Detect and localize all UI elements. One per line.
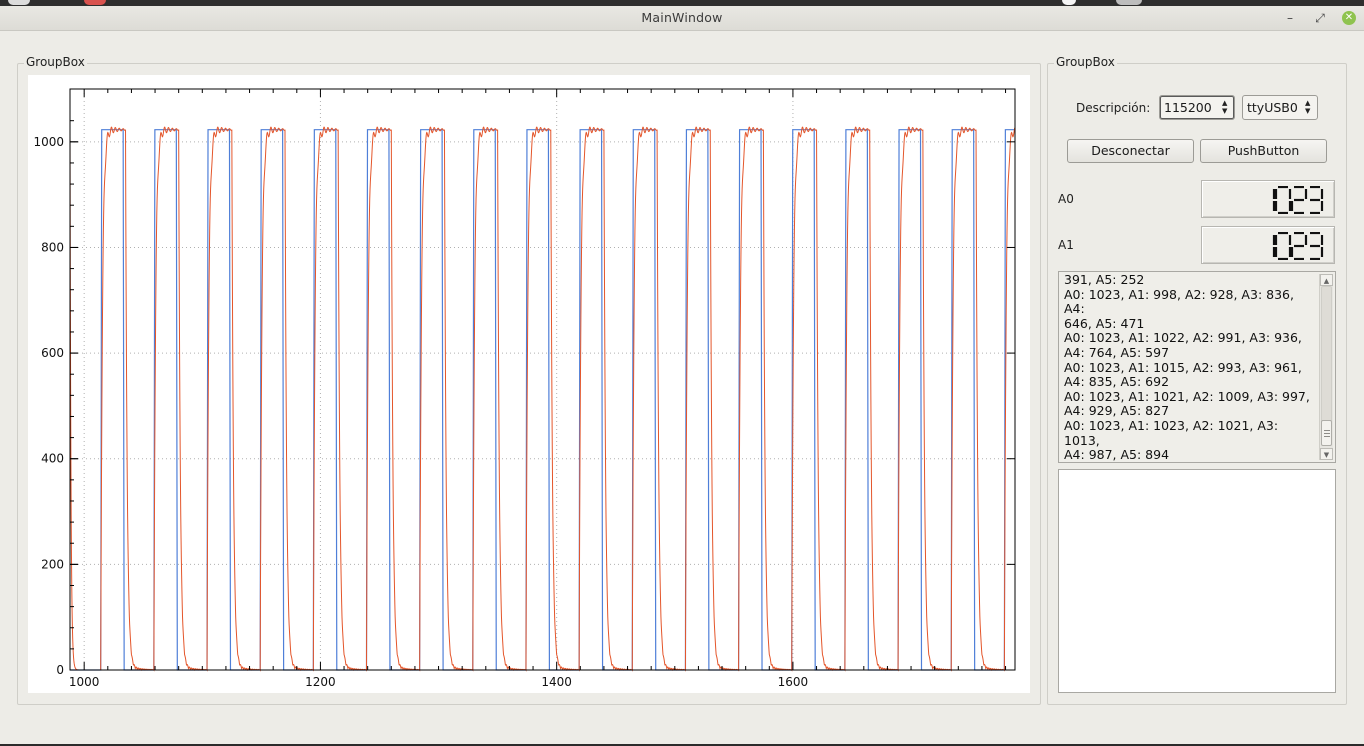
output-textarea[interactable] <box>1058 469 1336 693</box>
y-tick-label: 600 <box>41 346 64 360</box>
baud-spinbox[interactable]: 115200 ▲ ▼ <box>1159 95 1235 120</box>
window-titlebar[interactable]: MainWindow – ⤢ ✕ <box>0 6 1364 31</box>
y-tick-label: 800 <box>41 240 64 254</box>
log-line: A0: 1023, A1: 1021, A2: 1009, A3: 997, <box>1064 388 1310 404</box>
log-scrollbar[interactable]: ▲ ▼ <box>1319 274 1333 460</box>
log-line: A0: 1023, A1: 1022, A2: 991, A3: 936, <box>1064 330 1302 346</box>
a1-lcd-display <box>1201 226 1335 264</box>
a1-label: A1 <box>1058 238 1074 252</box>
log-line: 391, A5: 252 <box>1064 272 1145 287</box>
port-value: ttyUSB0 <box>1247 100 1298 115</box>
spin-arrows-icon[interactable]: ▲ ▼ <box>1222 99 1230 115</box>
a0-lcd-display <box>1201 180 1335 218</box>
push-button[interactable]: PushButton <box>1200 139 1327 163</box>
y-tick-label: 0 <box>56 663 64 677</box>
close-icon[interactable]: ✕ <box>1342 11 1356 25</box>
maximize-icon[interactable]: ⤢ <box>1311 9 1329 27</box>
plot-groupbox-title: GroupBox <box>24 55 87 69</box>
plot-canvas[interactable]: 1000 1200 1400 1600 0 200 400 600 800 1000 <box>28 75 1030 693</box>
a0-label: A0 <box>1058 192 1074 206</box>
window-title: MainWindow <box>641 10 723 25</box>
series-a1-line <box>69 126 1016 672</box>
serial-log-text: 391, A5: 252 A0: 1023, A1: 998, A2: 928, … <box>1064 272 1317 463</box>
log-line: 646, A5: 471 <box>1064 315 1145 331</box>
x-tick-label: 1200 <box>305 675 336 689</box>
baud-value: 115200 <box>1164 100 1212 115</box>
a1-lcd-digits <box>1272 232 1324 260</box>
serial-log-textarea[interactable]: 391, A5: 252 A0: 1023, A1: 998, A2: 928, … <box>1058 271 1336 463</box>
y-tick-label: 200 <box>41 557 64 571</box>
log-line: A4: 929, A5: 827 <box>1064 403 1170 419</box>
log-line: A0: 1023, A1: 1015, A2: 993, A3: 961, <box>1064 359 1302 375</box>
line-chart: 1000 1200 1400 1600 0 200 400 600 800 1000 <box>33 88 1016 689</box>
x-tick-label: 1600 <box>778 675 809 689</box>
log-line: A4: 764, A5: 597 <box>1064 344 1170 360</box>
log-line: A0: 1023, A1: 998, A2: 928, A3: 836, A4: <box>1064 286 1298 317</box>
controls-groupbox-title: GroupBox <box>1054 55 1117 69</box>
y-tick-label: 400 <box>41 452 64 466</box>
log-line: A4: 835, A5: 692 <box>1064 374 1170 390</box>
log-line: A0: 1023, A1: 1023, A2: 1021, A3: 1013, <box>1064 417 1283 448</box>
combo-arrows-icon[interactable]: ▲ ▼ <box>1305 99 1313 115</box>
x-tick-label: 1400 <box>541 675 572 689</box>
scroll-up-icon[interactable]: ▲ <box>1320 274 1333 286</box>
disconnect-button[interactable]: Desconectar <box>1067 139 1194 163</box>
y-tick-label: 1000 <box>33 135 64 149</box>
baud-label: Descripción: <box>1076 101 1151 115</box>
a0-lcd-digits <box>1272 186 1324 214</box>
scroll-down-icon[interactable]: ▼ <box>1320 448 1333 460</box>
x-tick-label: 1000 <box>69 675 100 689</box>
port-combobox[interactable]: ttyUSB0 ▲ ▼ <box>1242 95 1318 120</box>
minimize-icon[interactable]: – <box>1281 9 1299 27</box>
scroll-thumb[interactable] <box>1321 420 1332 446</box>
log-line: A4: 987, A5: 894 <box>1064 447 1170 463</box>
